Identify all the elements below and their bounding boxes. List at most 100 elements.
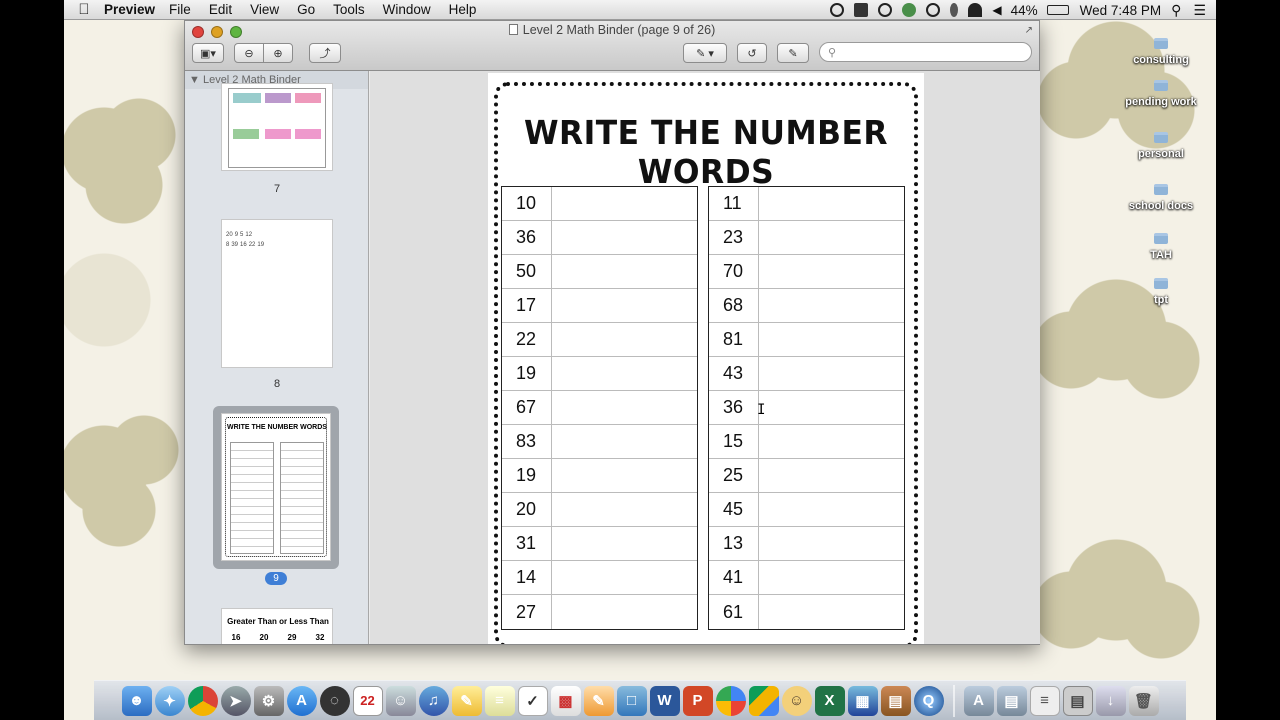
spotlight-icon[interactable]: ⚲ <box>1171 2 1181 19</box>
desktop-folder-tpt[interactable]: tpt <box>1116 276 1206 306</box>
answer-cell[interactable] <box>759 255 904 288</box>
desktop-folder-consulting[interactable]: consulting <box>1116 36 1206 66</box>
menu-help[interactable]: Help <box>449 2 477 17</box>
answer-cell[interactable] <box>759 323 904 356</box>
calendar-icon[interactable]: 22 <box>352 685 383 716</box>
sync-icon[interactable] <box>902 3 917 17</box>
picasa-icon[interactable] <box>715 685 746 716</box>
desktop-folder-tah[interactable]: TAH <box>1116 231 1206 261</box>
answer-cell[interactable] <box>759 527 904 560</box>
answer-cell[interactable] <box>759 187 904 220</box>
drive-icon[interactable] <box>854 3 869 17</box>
zoom-out-button[interactable]: ⊖ <box>234 43 264 63</box>
answer-cell[interactable] <box>552 323 697 356</box>
presentation-icon[interactable]: ▤ <box>880 685 911 716</box>
applications-folder-icon[interactable]: A <box>963 685 994 716</box>
volume-icon[interactable]: ◀ <box>992 3 1001 17</box>
dashboard-icon[interactable]: ◌ <box>319 685 350 716</box>
reminders-icon[interactable]: ✓ <box>517 685 548 716</box>
documents-folder-icon[interactable]: ▤ <box>996 685 1027 716</box>
answer-cell[interactable] <box>759 595 904 629</box>
answer-cell[interactable] <box>759 357 904 390</box>
view-menu-button[interactable]: ▣▾ <box>192 43 224 63</box>
pages-icon[interactable]: ✎ <box>583 685 614 716</box>
answer-cell[interactable] <box>759 459 904 492</box>
fullscreen-icon[interactable]: ↗ <box>1025 25 1033 36</box>
answer-cell[interactable] <box>759 561 904 594</box>
stickies-icon[interactable]: ✎ <box>451 685 482 716</box>
desktop-folder-school-docs[interactable]: school docs <box>1116 182 1206 212</box>
thumbnail-graphic <box>295 129 321 139</box>
page-thumbnail-8[interactable]: 20 9 5 12 8 39 16 22 19 <box>221 219 333 368</box>
page-thumbnail-7[interactable] <box>221 83 333 171</box>
desktop-folder-pending-work[interactable]: pending work <box>1116 78 1206 108</box>
answer-cell[interactable] <box>552 527 697 560</box>
answer-cell[interactable] <box>552 391 697 424</box>
downloads-folder-icon[interactable]: ↓ <box>1095 685 1126 716</box>
menu-window[interactable]: Window <box>383 2 431 17</box>
answer-cell[interactable] <box>759 493 904 526</box>
share-button[interactable]: ⤴ <box>309 43 341 63</box>
finder-icon[interactable]: ☻ <box>121 685 152 716</box>
answer-cell[interactable] <box>759 289 904 322</box>
menu-file[interactable]: File <box>169 2 191 17</box>
powerpoint-icon[interactable]: P <box>682 685 713 716</box>
record-icon[interactable] <box>830 3 845 17</box>
numbers-icon[interactable]: ▩ <box>550 685 581 716</box>
zoom-in-button[interactable]: ⊕ <box>263 43 293 63</box>
document-stack-icon[interactable]: ≡ <box>1029 685 1060 716</box>
notification-center-icon[interactable]: ☰ <box>1193 2 1206 19</box>
battery-percent[interactable]: 44% <box>1011 3 1038 18</box>
rotate-button[interactable]: ↺ <box>737 43 767 63</box>
desktop-folder-personal[interactable]: personal <box>1116 130 1206 160</box>
answer-cell[interactable] <box>552 595 697 629</box>
answer-cell[interactable] <box>552 459 697 492</box>
menu-clock[interactable]: Wed 7:48 PM <box>1080 3 1162 18</box>
answer-cell[interactable] <box>552 221 697 254</box>
menu-tools[interactable]: Tools <box>333 2 365 17</box>
document-view[interactable]: WRITE THE NUMBER WORDS 10 36 50 17 22 19… <box>370 71 1040 644</box>
page-thumbnail-9[interactable]: WRITE THE NUMBER WORDS <box>221 413 331 561</box>
chrome-icon[interactable] <box>187 685 218 716</box>
notes-icon[interactable]: ≡ <box>484 685 515 716</box>
answer-cell[interactable] <box>552 289 697 322</box>
apple-menu-icon[interactable]:  <box>64 1 104 18</box>
answer-cell[interactable] <box>552 425 697 458</box>
menu-edit[interactable]: Edit <box>209 2 232 17</box>
launchpad-icon[interactable]: ➤ <box>220 685 251 716</box>
search-input[interactable]: ⚲ <box>819 42 1032 62</box>
answer-cell[interactable] <box>552 493 697 526</box>
answer-cell[interactable] <box>552 255 697 288</box>
app-store-icon[interactable]: A <box>286 685 317 716</box>
menu-app-name[interactable]: Preview <box>104 2 155 17</box>
markup-pen-button[interactable]: ✎ ▾ <box>683 43 727 63</box>
google-drive-icon[interactable] <box>748 685 779 716</box>
trash-icon[interactable]: 🗑 <box>1128 685 1159 716</box>
preview-icon[interactable]: ▦ <box>847 685 878 716</box>
battery-icon[interactable] <box>1046 5 1069 15</box>
bluetooth-icon[interactable] <box>950 3 959 17</box>
menu-view[interactable]: View <box>250 2 279 17</box>
photo-icon[interactable]: ☺ <box>385 685 416 716</box>
answer-cell[interactable] <box>552 357 697 390</box>
edit-toolbar-button[interactable]: ✎ <box>777 43 809 63</box>
headphones-icon[interactable] <box>878 3 893 17</box>
word-icon[interactable]: W <box>649 685 680 716</box>
character-icon[interactable]: ☺ <box>781 685 812 716</box>
system-preferences-icon[interactable]: ⚙ <box>253 685 284 716</box>
quicktime-icon[interactable]: Q <box>913 685 944 716</box>
answer-cell[interactable] <box>552 561 697 594</box>
itunes-icon[interactable]: ♫ <box>418 685 449 716</box>
keynote-icon[interactable]: □ <box>616 685 647 716</box>
screenshot-stack-icon[interactable]: ▤ <box>1062 685 1093 716</box>
time-machine-icon[interactable] <box>926 3 941 17</box>
answer-cell[interactable] <box>759 425 904 458</box>
wifi-icon[interactable] <box>968 3 983 17</box>
safari-icon[interactable]: ✦ <box>154 685 185 716</box>
answer-cell[interactable] <box>552 187 697 220</box>
answer-cell[interactable] <box>759 391 904 424</box>
menu-go[interactable]: Go <box>297 2 315 17</box>
page-thumbnail-10[interactable]: Greater Than or Less Than 16 20 29 32 <box>221 608 333 644</box>
answer-cell[interactable] <box>759 221 904 254</box>
excel-icon[interactable]: X <box>814 685 845 716</box>
